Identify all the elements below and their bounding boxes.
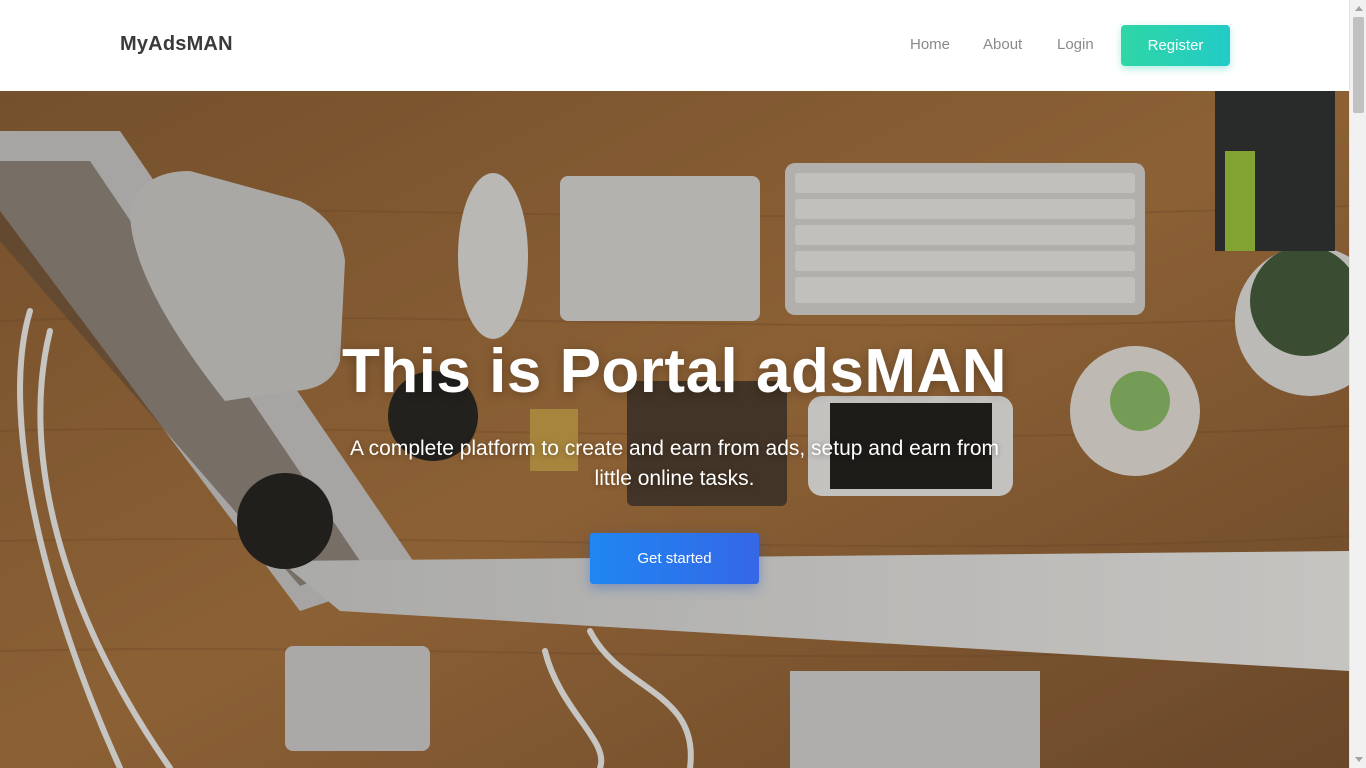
hero-subtitle: A complete platform to create and earn f… xyxy=(349,437,999,490)
nav-about-link[interactable]: About xyxy=(983,36,1022,53)
triangle-down-icon[interactable] xyxy=(1350,751,1366,768)
nav-login-link[interactable]: Login xyxy=(1057,36,1094,53)
scrollbar-thumb[interactable] xyxy=(1353,17,1364,113)
vertical-scrollbar[interactable] xyxy=(1349,0,1366,768)
register-button[interactable]: Register xyxy=(1121,25,1230,66)
hero-section: This is Portal adsMAN A complete platfor… xyxy=(0,91,1349,768)
triangle-up-icon[interactable] xyxy=(1350,0,1366,17)
top-navbar: MyAdsMAN Home About Login Register xyxy=(0,0,1349,91)
hero-title: This is Portal adsMAN xyxy=(341,337,1008,406)
get-started-button[interactable]: Get started xyxy=(590,533,759,584)
nav-home-link[interactable]: Home xyxy=(910,36,950,53)
brand-logo[interactable]: MyAdsMAN xyxy=(120,33,233,56)
hero-overlay xyxy=(0,91,1349,768)
